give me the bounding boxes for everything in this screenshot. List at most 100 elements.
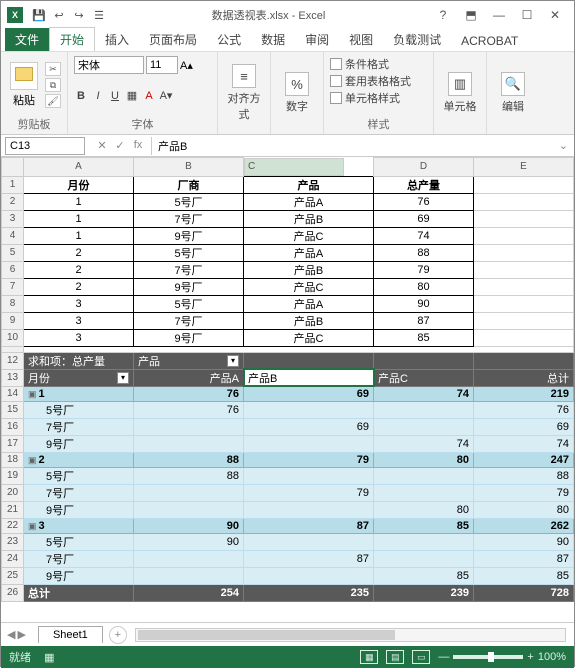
- col-header[interactable]: A: [24, 158, 134, 177]
- cell[interactable]: 2: [24, 244, 134, 261]
- worksheet-area[interactable]: A B C D E 1月份厂商产品总产量 215号厂产品A76 317号厂产品B…: [1, 157, 574, 622]
- enter-icon[interactable]: ✓: [113, 139, 127, 152]
- cell[interactable]: [474, 295, 574, 312]
- cell[interactable]: 85: [374, 329, 474, 346]
- cell[interactable]: 1: [24, 210, 134, 227]
- row-header[interactable]: 4: [2, 227, 24, 244]
- cell[interactable]: 80: [374, 501, 474, 518]
- underline-icon[interactable]: U: [108, 88, 122, 104]
- horizontal-scrollbar[interactable]: [135, 628, 566, 642]
- cell[interactable]: 85: [374, 567, 474, 584]
- zoom-slider[interactable]: [453, 655, 523, 659]
- cell[interactable]: 1: [24, 193, 134, 210]
- cell[interactable]: 79: [474, 484, 574, 501]
- select-all[interactable]: [2, 158, 24, 177]
- zoom-level[interactable]: 100%: [538, 651, 566, 663]
- tab-layout[interactable]: 页面布局: [139, 28, 207, 51]
- cell[interactable]: [474, 261, 574, 278]
- fill-color-icon[interactable]: A: [142, 88, 156, 104]
- border-icon[interactable]: ▦: [125, 88, 139, 104]
- cell[interactable]: 9号厂: [24, 501, 134, 518]
- cond-format-button[interactable]: 条件格式: [330, 56, 427, 72]
- cell[interactable]: 254: [134, 584, 244, 601]
- cell[interactable]: 7号厂: [134, 261, 244, 278]
- row-header[interactable]: 19: [2, 467, 24, 484]
- cell[interactable]: 69: [244, 418, 374, 435]
- col-header[interactable]: D: [374, 158, 474, 177]
- row-header[interactable]: 22: [2, 518, 24, 533]
- cell[interactable]: 3: [24, 295, 134, 312]
- row-header[interactable]: 20: [2, 484, 24, 501]
- zoom-thumb[interactable]: [488, 652, 494, 662]
- fx-icon[interactable]: fx: [131, 139, 145, 152]
- cell[interactable]: 厂商: [134, 176, 244, 193]
- cell[interactable]: 7号厂: [24, 418, 134, 435]
- cell[interactable]: 1: [24, 227, 134, 244]
- row-header[interactable]: 24: [2, 550, 24, 567]
- paste-button[interactable]: 粘贴: [7, 62, 41, 108]
- save-icon[interactable]: 💾: [31, 7, 47, 23]
- cell[interactable]: 74: [374, 386, 474, 401]
- cell[interactable]: 7号厂: [134, 210, 244, 227]
- cell[interactable]: 产品A: [134, 369, 244, 386]
- cell[interactable]: 74: [374, 227, 474, 244]
- pivot-field[interactable]: 求和项：总产量: [24, 352, 134, 369]
- bold-icon[interactable]: B: [74, 88, 88, 104]
- name-box[interactable]: C13: [5, 137, 85, 155]
- cell[interactable]: 90: [374, 295, 474, 312]
- cell[interactable]: [474, 244, 574, 261]
- cell[interactable]: 产品C: [244, 329, 374, 346]
- cell[interactable]: 728: [474, 584, 574, 601]
- tab-review[interactable]: 审阅: [295, 28, 339, 51]
- cell[interactable]: 85: [474, 567, 574, 584]
- cell[interactable]: 9号厂: [24, 567, 134, 584]
- cells-button[interactable]: ▥单元格: [440, 72, 480, 114]
- cell[interactable]: [474, 193, 574, 210]
- format-painter-icon[interactable]: 🖌: [45, 94, 61, 108]
- cell[interactable]: 85: [374, 518, 474, 533]
- cell[interactable]: 87: [474, 550, 574, 567]
- cell[interactable]: 79: [374, 261, 474, 278]
- cancel-icon[interactable]: ✕: [95, 139, 109, 152]
- tab-data[interactable]: 数据: [251, 28, 295, 51]
- font-name-select[interactable]: 宋体: [74, 56, 144, 74]
- font-size-select[interactable]: 11: [146, 56, 178, 74]
- cell[interactable]: 产品A: [244, 295, 374, 312]
- cell[interactable]: 2: [24, 278, 134, 295]
- row-header[interactable]: 5: [2, 244, 24, 261]
- row-header[interactable]: 6: [2, 261, 24, 278]
- dropdown-icon[interactable]: ▾: [227, 355, 239, 367]
- cell[interactable]: 79: [244, 484, 374, 501]
- row-header[interactable]: 21: [2, 501, 24, 518]
- cell[interactable]: 247: [474, 452, 574, 467]
- qat-menu-icon[interactable]: ☰: [91, 7, 107, 23]
- tab-formula[interactable]: 公式: [207, 28, 251, 51]
- row-header[interactable]: 14: [2, 386, 24, 401]
- cell[interactable]: 69: [374, 210, 474, 227]
- selected-cell[interactable]: 产品B: [244, 369, 374, 386]
- edit-button[interactable]: 🔍编辑: [493, 72, 533, 114]
- cell[interactable]: 产品C: [374, 369, 474, 386]
- row-header[interactable]: 2: [2, 193, 24, 210]
- expand-fbar-icon[interactable]: ⌄: [553, 139, 574, 152]
- number-button[interactable]: %数字: [277, 72, 317, 114]
- row-header[interactable]: 1: [2, 176, 24, 193]
- cell[interactable]: 88: [474, 467, 574, 484]
- cell[interactable]: [474, 312, 574, 329]
- cell[interactable]: 产品B: [244, 312, 374, 329]
- col-header[interactable]: C: [244, 158, 344, 176]
- row-header[interactable]: 15: [2, 401, 24, 418]
- cell[interactable]: 5号厂: [134, 295, 244, 312]
- row-header[interactable]: 7: [2, 278, 24, 295]
- row-header[interactable]: 16: [2, 418, 24, 435]
- cell[interactable]: 3: [24, 312, 134, 329]
- ribbon-toggle-icon[interactable]: ⬒: [458, 5, 484, 25]
- row-header[interactable]: 8: [2, 295, 24, 312]
- cell[interactable]: 5号厂: [24, 401, 134, 418]
- cell[interactable]: 9号厂: [134, 278, 244, 295]
- cell[interactable]: 88: [134, 467, 244, 484]
- cell[interactable]: [474, 227, 574, 244]
- tab-view[interactable]: 视图: [339, 28, 383, 51]
- undo-icon[interactable]: ↩: [51, 7, 67, 23]
- cell[interactable]: 87: [244, 518, 374, 533]
